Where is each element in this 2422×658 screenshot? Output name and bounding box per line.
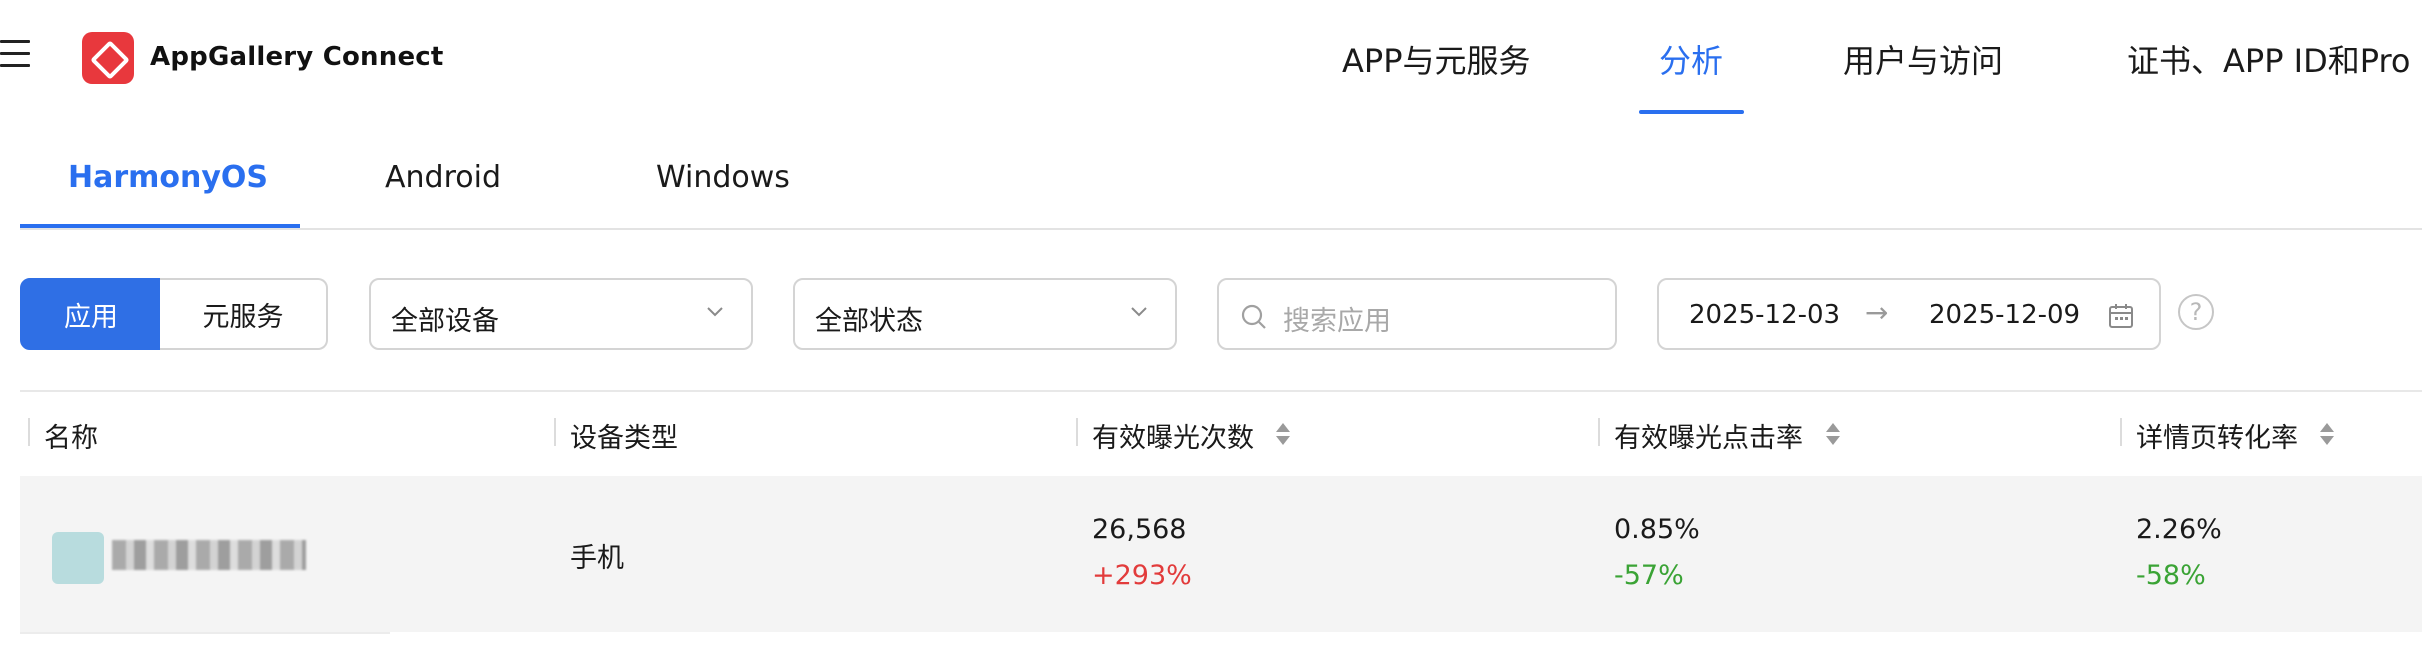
row-divider <box>20 632 390 634</box>
device-select[interactable]: 全部设备 <box>369 278 753 350</box>
column-separator <box>1598 418 1600 446</box>
sort-icon[interactable] <box>1824 420 1842 448</box>
column-header-device-type: 设备类型 <box>570 423 678 454</box>
toggle-app[interactable]: 应用 <box>20 278 162 350</box>
column-separator <box>28 418 30 446</box>
help-icon[interactable]: ? <box>2178 294 2214 330</box>
nav-active-indicator <box>1639 110 1744 114</box>
cell-device-type: 手机 <box>570 543 624 574</box>
toggle-atomic-service[interactable]: 元服务 <box>160 278 328 350</box>
cell-conversion: 2.26% <box>2136 514 2222 545</box>
tab-android[interactable]: Android <box>385 160 501 195</box>
column-header-exposures[interactable]: 有效曝光次数 <box>1092 416 1254 455</box>
column-separator <box>2120 418 2122 446</box>
column-header-conversion[interactable]: 详情页转化率 <box>2136 416 2298 455</box>
search-placeholder: 搜索应用 <box>1283 306 1391 337</box>
device-select-value: 全部设备 <box>391 306 499 337</box>
status-select-value: 全部状态 <box>815 306 923 337</box>
date-end[interactable]: 2025-12-09 <box>1929 300 2080 330</box>
app-name-redacted[interactable] <box>112 540 306 570</box>
cell-exposures-change: +293% <box>1092 560 1192 591</box>
nav-certificates[interactable]: 证书、APP ID和Pro <box>2127 36 2411 82</box>
chevron-down-icon <box>707 307 723 317</box>
date-range-arrow-icon: → <box>1865 296 1889 329</box>
appgallery-logo-icon <box>82 32 134 84</box>
tab-harmonyos[interactable]: HarmonyOS <box>68 160 268 195</box>
filter-divider <box>20 390 2422 392</box>
nav-analytics[interactable]: 分析 <box>1659 36 1723 82</box>
tabs-divider <box>20 228 2422 230</box>
calendar-icon <box>2109 304 2133 328</box>
menu-icon[interactable] <box>0 40 32 70</box>
nav-app-services[interactable]: APP与元服务 <box>1342 36 1531 82</box>
column-header-ctr[interactable]: 有效曝光点击率 <box>1614 416 1803 455</box>
cell-exposures: 26,568 <box>1092 514 1187 545</box>
date-range-picker[interactable]: 2025-12-03 → 2025-12-09 <box>1657 278 2161 350</box>
nav-users-access[interactable]: 用户与访问 <box>1843 36 2003 82</box>
column-header-name: 名称 <box>44 423 98 454</box>
brand-name: AppGallery Connect <box>150 42 444 72</box>
app-icon <box>52 532 104 584</box>
search-icon <box>1241 304 1266 329</box>
sort-icon[interactable] <box>2318 420 2336 448</box>
cell-conversion-change: -58% <box>2136 560 2206 591</box>
search-input[interactable]: 搜索应用 <box>1217 278 1617 350</box>
tab-windows[interactable]: Windows <box>656 160 790 195</box>
sort-icon[interactable] <box>1274 420 1292 448</box>
cell-ctr-change: -57% <box>1614 560 1684 591</box>
status-select[interactable]: 全部状态 <box>793 278 1177 350</box>
table-row[interactable] <box>20 476 2422 632</box>
date-start[interactable]: 2025-12-03 <box>1689 300 1840 330</box>
cell-ctr: 0.85% <box>1614 514 1700 545</box>
chevron-down-icon <box>1131 307 1147 317</box>
column-separator <box>1076 418 1078 446</box>
column-separator <box>554 418 556 446</box>
